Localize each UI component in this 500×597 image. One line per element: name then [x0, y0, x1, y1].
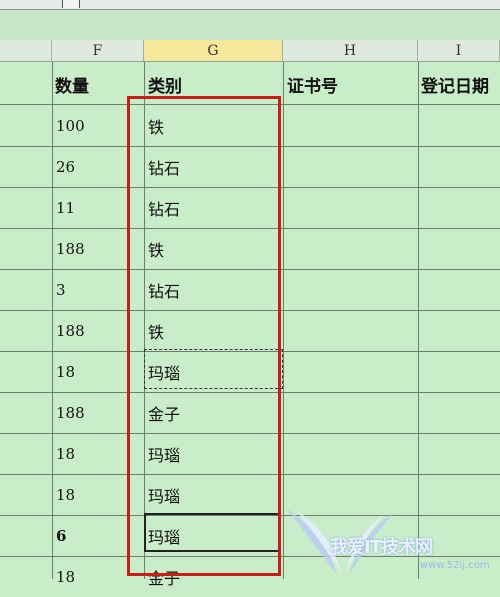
qty-cell[interactable]: 18: [56, 474, 75, 515]
name-box-dropdown[interactable]: [62, 0, 80, 8]
qty-cell[interactable]: 11: [56, 187, 75, 228]
column-header-G[interactable]: G: [144, 40, 283, 62]
qty-cell[interactable]: 100: [56, 105, 85, 146]
header-cell-quantity[interactable]: 数量: [55, 63, 89, 105]
qty-cell[interactable]: 188: [56, 228, 85, 269]
column-header-H[interactable]: H: [283, 40, 418, 62]
qty-cell[interactable]: 188: [56, 310, 85, 351]
highlight-annotation-box: [127, 96, 281, 576]
qty-cell[interactable]: 18: [56, 433, 75, 474]
column-header-I[interactable]: I: [418, 40, 500, 62]
qty-cell[interactable]: 3: [56, 269, 66, 310]
formula-bar[interactable]: [0, 0, 500, 10]
header-cell-date[interactable]: 登记日期: [421, 63, 489, 105]
qty-cell[interactable]: 6: [56, 515, 66, 556]
qty-cell[interactable]: 18: [56, 351, 75, 392]
qty-cell[interactable]: 18: [56, 556, 75, 597]
toolbar-area: [0, 0, 500, 41]
header-cell-certificate[interactable]: 证书号: [287, 63, 338, 105]
watermark-text: 我爱IT技术网: [330, 537, 433, 558]
watermark-url: www.52ij.com: [420, 560, 490, 571]
qty-cell[interactable]: 188: [56, 392, 85, 433]
column-header-E[interactable]: [0, 40, 52, 62]
column-header-F[interactable]: F: [52, 40, 144, 62]
qty-cell[interactable]: 26: [56, 146, 75, 187]
